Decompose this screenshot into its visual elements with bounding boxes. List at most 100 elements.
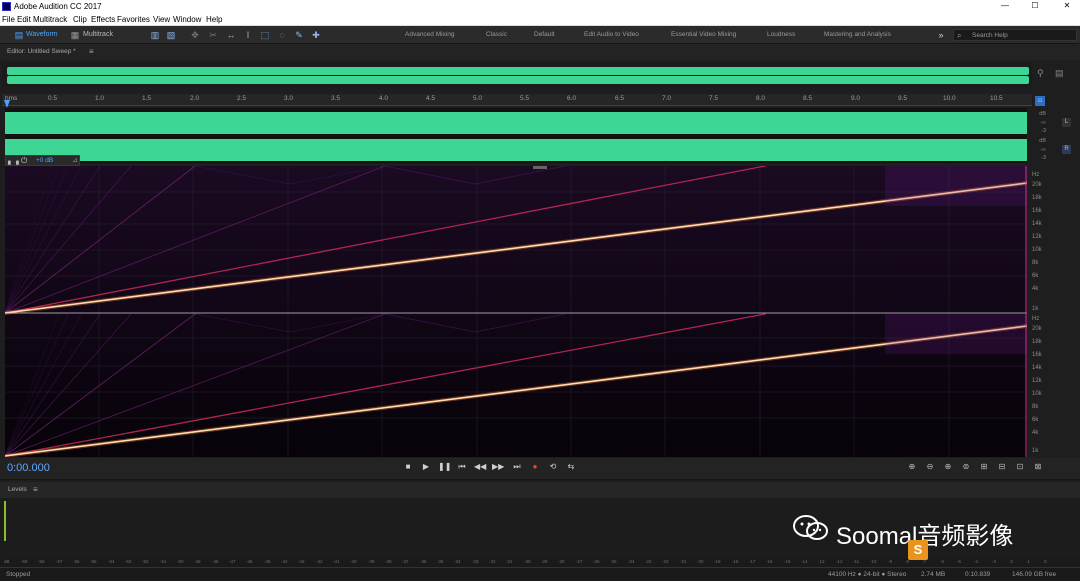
menu-clip[interactable]: Clip [73,15,87,24]
channel-right-toggle[interactable]: R [1062,145,1071,154]
search-help-field[interactable]: ⌕ Search Help [953,29,1077,41]
menu-edit[interactable]: Edit [17,15,31,24]
zoom-in-point-icon[interactable]: ⊡ [1014,462,1026,471]
ruler-tick: 8.0 [756,95,766,102]
menu-bar: File Edit Multitrack Clip Effects Favori… [0,14,1080,26]
resize-handle[interactable] [533,166,547,169]
menu-file[interactable]: File [2,15,15,24]
zoom-slider-icon[interactable]: ⚲ [1037,68,1044,79]
razor-tool-icon[interactable]: ✂ [208,30,218,40]
level-scale-label: dB [4,559,10,564]
level-scale-label: -20 [697,559,704,564]
db-label: -3 [1041,128,1046,134]
zoom-in-selection-icon[interactable]: ⊞ [978,462,990,471]
pitch-view-icon[interactable]: ▧ [166,30,176,40]
zoom-out-point-icon[interactable]: ⊠ [1032,462,1044,471]
overview-navigator[interactable] [2,62,1032,87]
multitrack-button[interactable]: Multitrack [80,29,116,41]
lasso-tool-icon[interactable]: ◌ [277,30,287,40]
spectral-view-icon[interactable]: ▥ [150,30,160,40]
zoom-in-time-icon[interactable]: ⊕ [942,462,954,471]
spot-healing-icon[interactable]: ✚ [311,30,321,40]
workspace-loudness[interactable]: Loudness [767,31,795,38]
gain-knob-icon[interactable]: ⏻ [21,156,27,166]
level-meter-icon: ▖▗ [8,158,19,165]
waveform-button[interactable]: Waveform [23,29,61,41]
time-ruler[interactable]: hms 0.5 1.0 1.5 2.0 2.5 3.0 3.5 4.0 4.5 … [2,94,1032,106]
more-workspaces-icon[interactable]: » [936,30,946,40]
maximize-icon[interactable]: ☐ [1026,1,1044,13]
level-scale-label: -14 [801,559,808,564]
close-icon[interactable]: ✕ [1058,1,1076,13]
level-scale-label: -38 [385,559,392,564]
waveform-display[interactable] [5,108,1027,163]
pause-button[interactable]: ❚❚ [438,462,451,471]
channel-left-toggle[interactable]: L [1062,118,1071,127]
status-duration: 0:10.839 [965,571,991,578]
menu-multitrack[interactable]: Multitrack [33,15,67,24]
hz-label: 12k [1032,378,1042,384]
workspace-mastering-and-analysis[interactable]: Mastering and Analysis [824,31,891,38]
workspace-default[interactable]: Default [534,31,555,38]
workspace-essential-video-mixing[interactable]: Essential Video Mixing [671,31,736,38]
status-bar: Stopped 44100 Hz ● 24-bit ● Stereo 2.74 … [0,567,1080,581]
menu-view[interactable]: View [153,15,170,24]
level-scale-label: -6 [940,559,945,564]
level-scale-label: -17 [749,559,756,564]
slip-tool-icon[interactable]: ↔ [226,30,236,40]
workspace-classic[interactable]: Classic [486,31,507,38]
editor-tab[interactable]: Editor: Untitled Sweep * [7,48,76,55]
brush-tool-icon[interactable]: ✎ [294,30,304,40]
go-to-end-button[interactable]: ⏭ [511,462,523,472]
hz-label: 4k [1032,430,1039,436]
ruler-tick: 6.0 [567,95,577,102]
ruler-tick: 0.5 [48,95,58,102]
waveform-left-channel [5,112,1027,134]
zoom-in-amplitude-icon[interactable]: ⊕ [906,462,918,471]
stop-button[interactable]: ■ [402,462,414,471]
level-scale-label: -11 [853,559,860,564]
level-scale-label: -2 [1009,559,1014,564]
hz-label: 18k [1032,339,1042,345]
menu-favorites[interactable]: Favorites [117,15,150,24]
hz-label: Hz [1032,172,1040,178]
zoom-out-time-icon[interactable]: ⊟ [996,462,1008,471]
current-time-display[interactable]: 0:00.000 [7,462,50,474]
editor-tab-bar: Editor: Untitled Sweep * ≡ [0,44,1080,60]
level-scale-label: -59 [21,559,28,564]
fast-forward-button[interactable]: ▶▶ [492,462,504,471]
zoom-out-full-icon[interactable]: ⊚ [960,462,972,471]
menu-window[interactable]: Window [173,15,201,24]
panel-options-icon[interactable]: ▤ [1055,68,1064,79]
level-scale-label: -23 [645,559,652,564]
levels-menu-icon[interactable]: ≡ [33,485,38,494]
hud-gain-control[interactable]: ▖▗ ⏻ +0 dB ⊿ [5,155,80,166]
workspace-advanced-mixing[interactable]: Advanced Mixing [405,31,455,38]
spectral-frequency-display[interactable] [5,166,1027,457]
ruler-tick: 6.5 [615,95,625,102]
marquee-tool-icon[interactable]: ⬚ [260,30,270,40]
go-to-start-button[interactable]: ⏮ [456,462,468,472]
level-scale-label: -30 [524,559,531,564]
level-scale-label: -24 [628,559,635,564]
status-free-space: 146.09 GB free [1012,571,1057,578]
loop-button[interactable]: ⟲ [547,462,559,471]
level-scale-label: -55 [90,559,97,564]
record-button[interactable]: ● [529,462,541,471]
play-button[interactable]: ▶ [420,462,432,471]
workspace-edit-audio-to-video[interactable]: Edit Audio to Video [584,31,639,38]
rewind-button[interactable]: ◀◀ [474,462,486,471]
minimize-icon[interactable]: — [996,1,1014,13]
time-selection-tool-icon[interactable]: I [243,30,253,40]
zoom-out-amplitude-icon[interactable]: ⊖ [924,462,936,471]
gain-value[interactable]: +0 dB [36,157,53,164]
panel-menu-icon[interactable]: ≡ [89,47,94,56]
skip-selection-button[interactable]: ⇆ [565,462,577,471]
move-tool-icon[interactable]: ✥ [190,30,200,40]
menu-help[interactable]: Help [206,15,222,24]
menu-effects[interactable]: Effects [91,15,115,24]
pin-icon[interactable]: ⊿ [72,156,78,164]
level-scale-label: -32 [489,559,496,564]
ruler-tick: 4.0 [379,95,389,102]
snap-icon[interactable]: ⌂ [1035,96,1045,106]
